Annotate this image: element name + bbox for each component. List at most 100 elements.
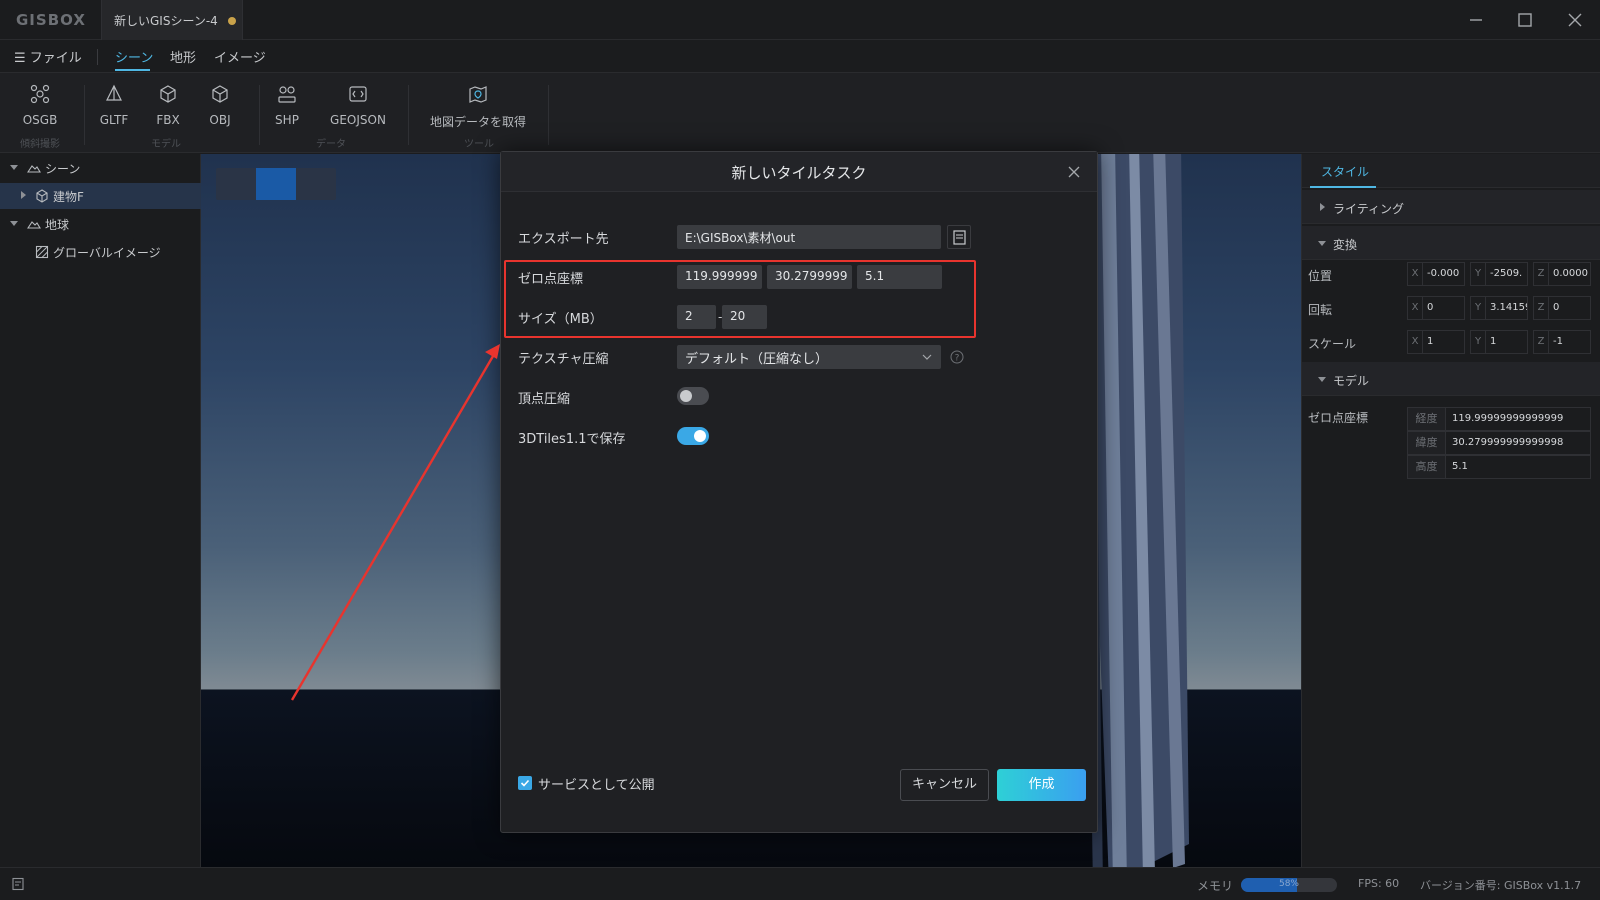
rotation-label: 回転 — [1308, 303, 1333, 317]
rotation-y-input[interactable]: Y3.14159 — [1470, 296, 1528, 320]
latitude-input[interactable]: 緯度 30.279999999999998 — [1407, 431, 1591, 455]
log-icon[interactable] — [11, 877, 25, 891]
scale-label: スケール — [1308, 337, 1357, 351]
origin-coords-label: ゼロ点座標 — [518, 272, 584, 287]
cancel-button[interactable]: キャンセル — [900, 769, 989, 801]
collapse-arrow-icon[interactable] — [19, 191, 27, 199]
vertex-compression-label: 頂点圧縮 — [518, 392, 571, 407]
create-button[interactable]: 作成 — [997, 769, 1086, 801]
fps-readout: FPS: 60 — [1358, 877, 1400, 890]
osgb-label: OSGB — [22, 113, 58, 127]
expanded-caret-icon — [1318, 241, 1326, 246]
save-3dtiles-label: 3DTiles1.1で保存 — [518, 432, 626, 447]
file-menu[interactable]: ☰ ファイル — [14, 47, 82, 66]
scale-y-input[interactable]: Y1 — [1470, 330, 1528, 354]
publish-service-label: サービスとして公開 — [538, 778, 655, 793]
tree-item-building[interactable]: 建物F — [0, 183, 201, 209]
section-label: モデル — [1333, 374, 1370, 388]
altitude-input[interactable]: 高度 5.1 — [1407, 455, 1591, 479]
rotation-z-input[interactable]: Z0 — [1533, 296, 1591, 320]
memory-percent: 58% — [1278, 879, 1299, 889]
browse-folder-button[interactable] — [947, 225, 971, 249]
close-window-icon[interactable] — [1563, 8, 1587, 32]
shp-button[interactable]: SHP — [255, 83, 319, 131]
tree-item-earth[interactable]: 地球 — [0, 211, 201, 237]
section-transform[interactable]: 変換 — [1302, 226, 1600, 260]
viewport-toolbar[interactable] — [216, 168, 336, 200]
position-y-input[interactable]: Y -2509. — [1470, 262, 1528, 286]
ribbon-divider — [408, 85, 409, 145]
tab-scene[interactable]: シーン — [115, 47, 153, 66]
app-logo: GISBOX — [16, 11, 86, 29]
version-label: バージョン番号: GISBox v1.1.7 — [1420, 879, 1582, 892]
origin-y-input[interactable]: 30.2799999 — [767, 265, 852, 289]
origin-z-input[interactable]: 5.1 — [857, 265, 942, 289]
scale-x-input[interactable]: X1 — [1407, 330, 1465, 354]
obj-button[interactable]: OBJ — [188, 83, 252, 131]
longitude-input[interactable]: 経度 119.99999999999999 — [1407, 407, 1591, 431]
get-map-data-label: 地図データを取得 — [429, 115, 526, 129]
tile-size-min-input[interactable]: 2 — [677, 305, 716, 329]
tile-size-max-input[interactable]: 20 — [722, 305, 767, 329]
tree-item-scene[interactable]: シーン — [0, 155, 201, 181]
ribbon-group-model: モデル — [151, 139, 181, 150]
model-cube-icon — [36, 189, 48, 203]
tree-item-global-imagery[interactable]: グローバルイメージ — [0, 239, 201, 265]
map-data-icon — [469, 86, 487, 103]
position-label: 位置 — [1308, 269, 1333, 283]
help-icon[interactable]: ? — [950, 350, 964, 364]
tab-terrain[interactable]: 地形 — [170, 47, 196, 66]
rotation-x-input[interactable]: X0 — [1407, 296, 1465, 320]
minimize-icon[interactable] — [1464, 8, 1488, 32]
texture-compression-select[interactable]: デフォルト（圧縮なし） — [677, 345, 941, 369]
save-3dtiles-toggle[interactable] — [677, 427, 709, 445]
osgb-icon — [30, 84, 50, 104]
model-origin-label: ゼロ点座標 — [1308, 411, 1369, 425]
shp-icon — [278, 86, 296, 103]
document-tab[interactable]: 新しいGISシーン-4 — [101, 0, 243, 40]
section-lighting[interactable]: ライティング — [1302, 190, 1600, 224]
new-tile-task-dialog: 新しいタイルタスク エクスポート先 E:\GISBox\素材\out ゼロ点座標… — [500, 151, 1098, 833]
close-icon[interactable] — [1066, 164, 1082, 180]
unsaved-indicator — [228, 17, 236, 25]
collapsed-caret-icon — [1320, 203, 1325, 211]
scene-tree: シーン 建物F 地球 グローバルイメージ — [0, 154, 201, 867]
vertex-compression-toggle[interactable] — [677, 387, 709, 405]
menu-bar: ☰ ファイル シーン 地形 イメージ — [0, 40, 1600, 73]
tile-size-label: サイズ（MB） — [518, 312, 603, 327]
scale-z-input[interactable]: Z -1 — [1533, 330, 1591, 354]
viewport-tool-active[interactable] — [256, 168, 296, 200]
active-tab-indicator — [115, 69, 150, 71]
position-z-input[interactable]: Z 0.0000 — [1533, 262, 1591, 286]
section-model[interactable]: モデル — [1302, 362, 1600, 396]
obj-label: OBJ — [209, 113, 231, 127]
expand-arrow-icon[interactable] — [10, 163, 18, 171]
get-map-data-button[interactable]: 地図データを取得 — [426, 83, 530, 131]
texture-compression-label: テクスチャ圧縮 — [518, 352, 609, 367]
scene-icon — [27, 165, 41, 173]
expanded-caret-icon — [1318, 377, 1326, 382]
ribbon-group-data: データ — [316, 139, 346, 150]
maximize-icon[interactable] — [1513, 8, 1537, 32]
tab-imagery[interactable]: イメージ — [214, 47, 266, 66]
earth-icon — [27, 221, 41, 229]
export-destination-input[interactable]: E:\GISBox\素材\out — [677, 225, 941, 249]
ribbon-group-oblique: 傾斜撮影 — [20, 139, 60, 150]
shp-label: SHP — [275, 113, 299, 127]
file-menu-label: ファイル — [29, 51, 82, 66]
expand-arrow-icon[interactable] — [10, 219, 18, 227]
osgb-button[interactable]: OSGB — [8, 83, 72, 131]
publish-service-checkbox[interactable] — [518, 776, 532, 790]
chevron-down-icon — [922, 354, 932, 360]
origin-x-input[interactable]: 119.999999 — [677, 265, 762, 289]
ribbon-toolbar: OSGB 傾斜撮影 GLTF FBX OBJ モデル SHP GEOJSON デ… — [0, 73, 1600, 153]
tab-style[interactable]: スタイル — [1321, 163, 1369, 180]
title-bar: GISBOX 新しいGISシーン-4 — [0, 0, 1600, 40]
toggle-knob — [680, 390, 692, 402]
obj-icon — [212, 85, 228, 103]
position-x-input[interactable]: X -0.000 — [1407, 262, 1465, 286]
tree-item-label: 地球 — [45, 218, 70, 232]
geojson-button[interactable]: GEOJSON — [322, 83, 394, 131]
memory-label: メモリ — [1197, 879, 1234, 893]
menu-divider — [97, 49, 98, 65]
